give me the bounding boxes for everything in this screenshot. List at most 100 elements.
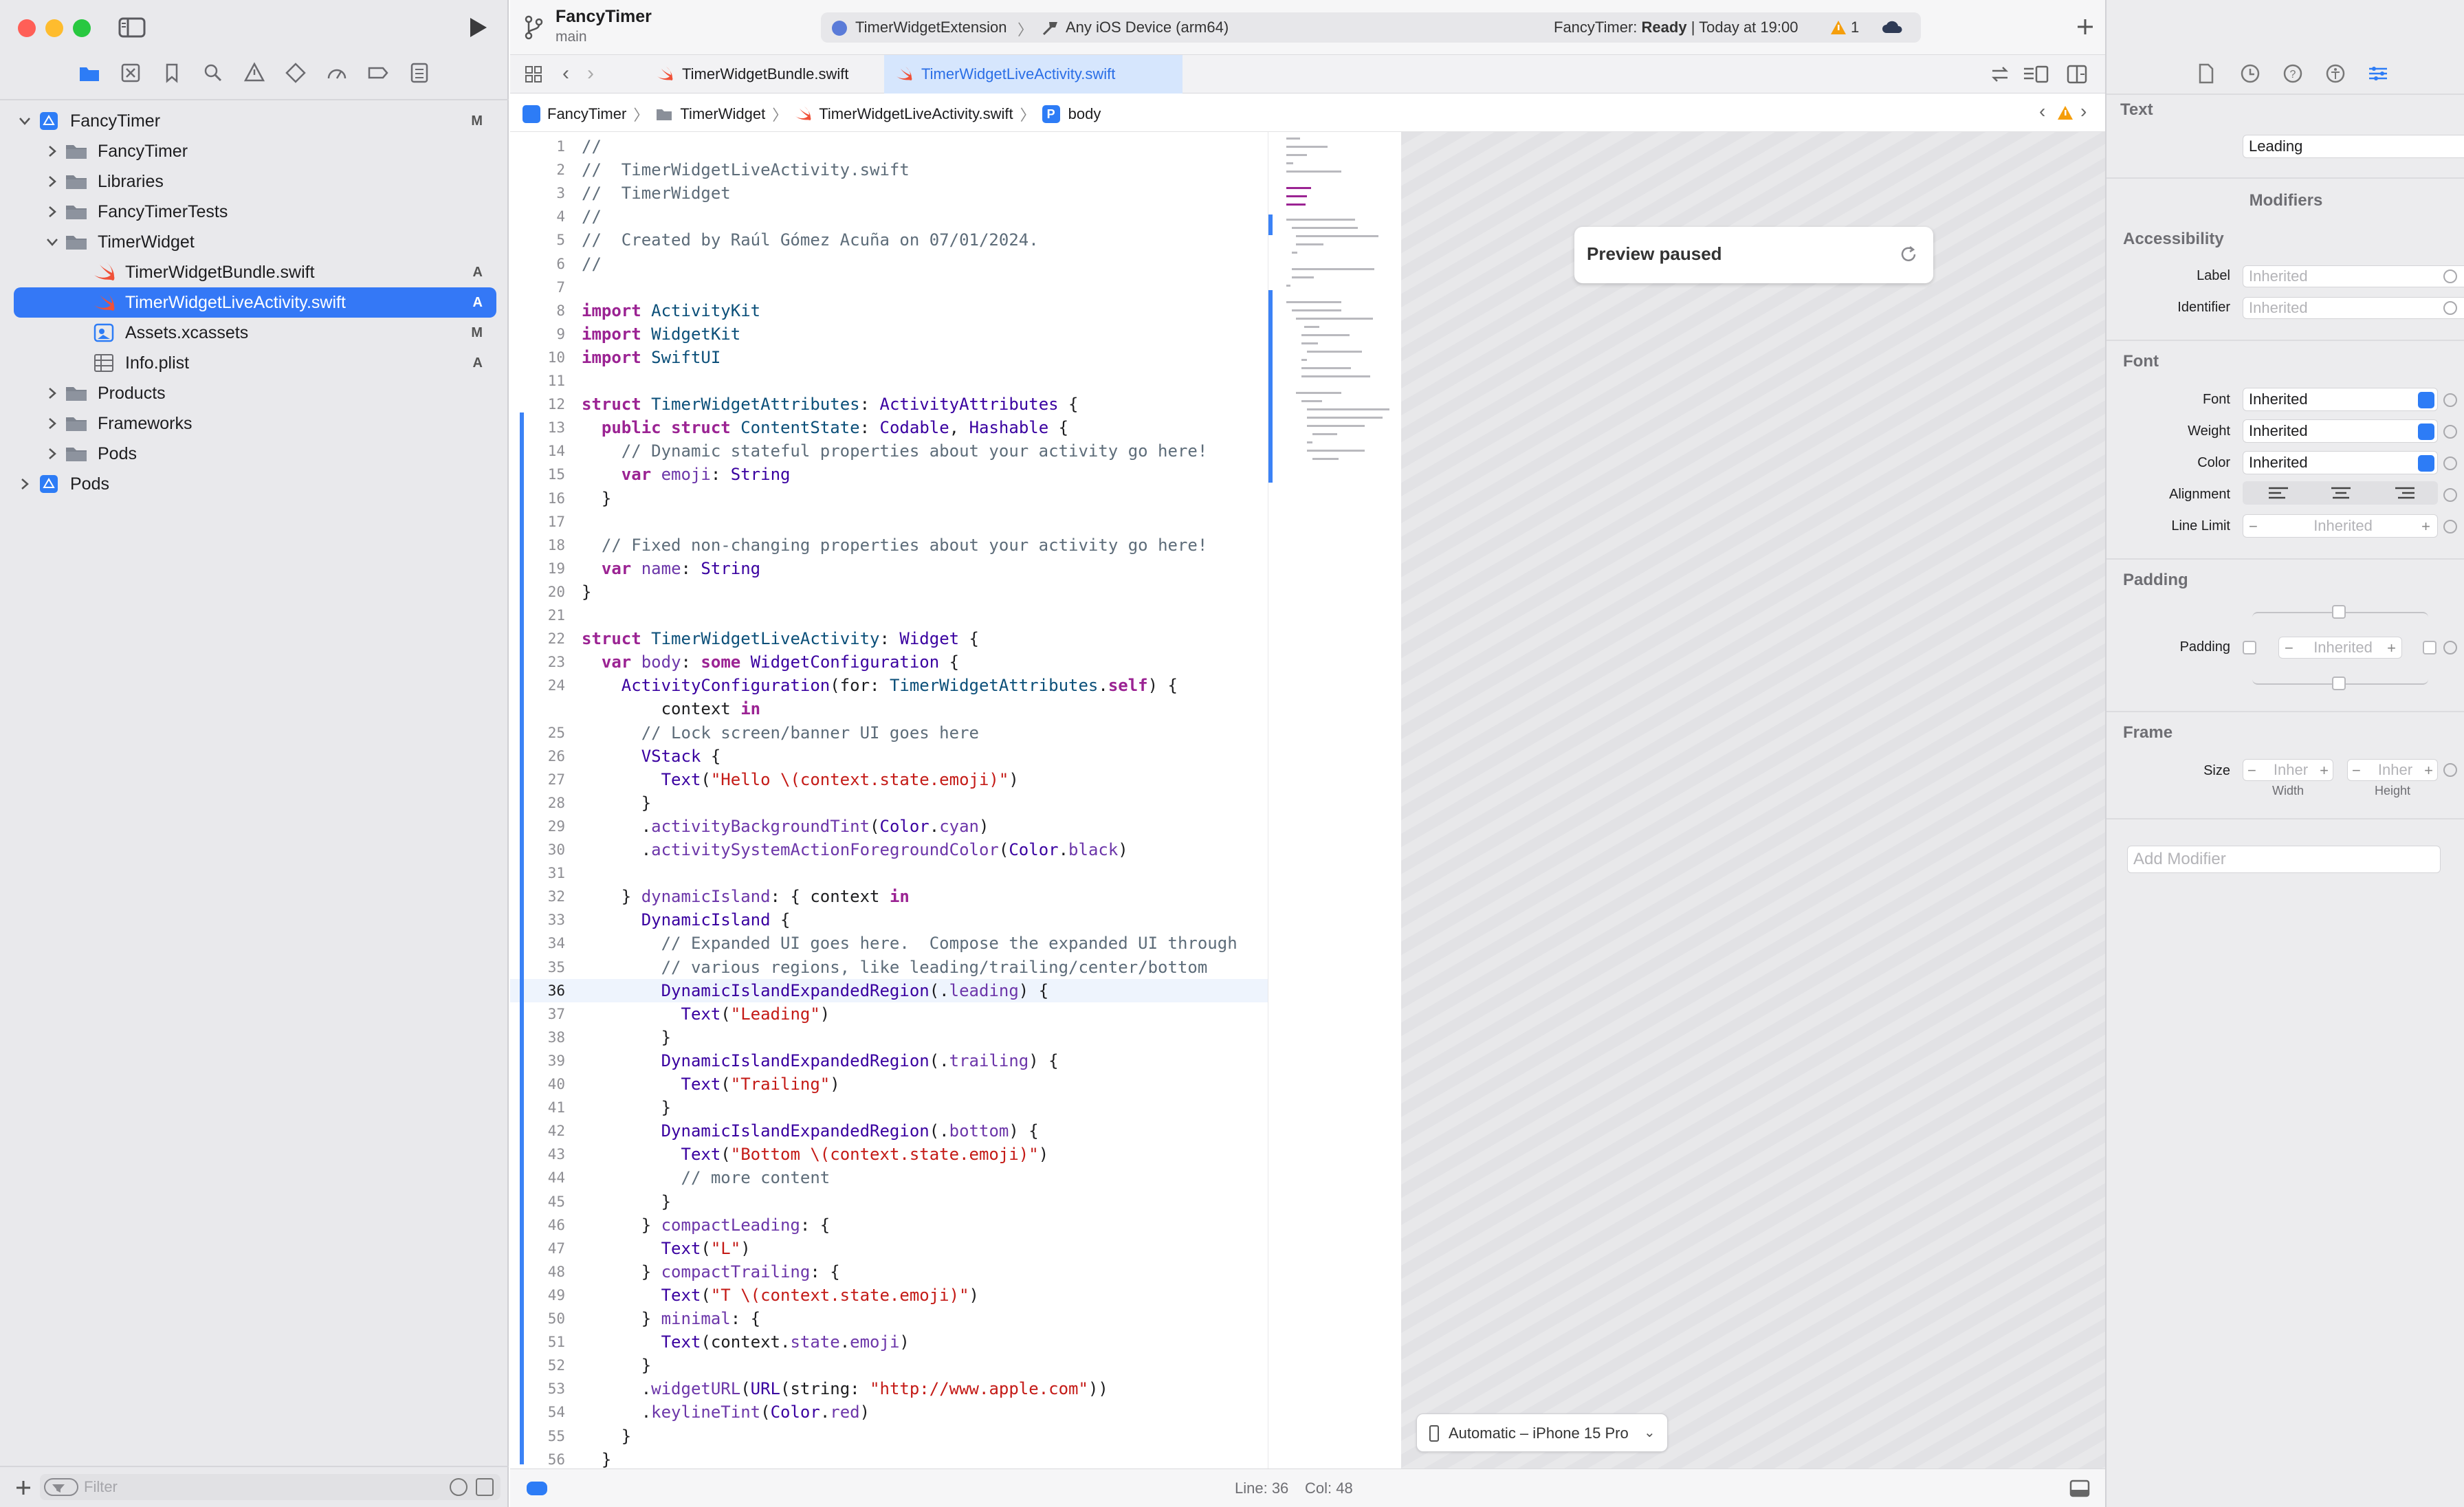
line-limit-stepper[interactable]: − Inherited + (2243, 514, 2438, 538)
tree-row-item[interactable]: Info.plist A (0, 348, 509, 378)
breadcrumb-symbol[interactable]: body (1068, 105, 1101, 123)
breadcrumb-project[interactable]: FancyTimer (547, 105, 626, 123)
code-line[interactable]: 52 } (510, 1354, 1268, 1377)
code-line[interactable]: 32 } dynamicIsland: { context in (510, 885, 1268, 908)
line-number[interactable]: 11 (510, 369, 565, 393)
code-line[interactable]: 16 } (510, 487, 1268, 510)
code-line[interactable]: 11 (510, 369, 1268, 393)
line-number[interactable]: 53 (510, 1377, 565, 1400)
code-line[interactable]: 13 public struct ContentState: Codable, … (510, 416, 1268, 439)
line-number[interactable]: 50 (510, 1307, 565, 1330)
line-number[interactable]: 47 (510, 1237, 565, 1260)
padding-trailing-checkbox[interactable] (2423, 641, 2436, 654)
increment-icon[interactable]: + (2421, 518, 2430, 536)
forward-arrow-icon[interactable]: › (587, 62, 594, 85)
device-selector[interactable]: Automatic – iPhone 15 Pro ⌄ (1416, 1414, 1668, 1452)
line-number[interactable]: 5 (510, 228, 565, 252)
line-number[interactable]: 9 (510, 322, 565, 346)
decrement-icon[interactable]: − (2352, 762, 2361, 780)
recent-files-icon[interactable] (450, 1478, 468, 1496)
add-tab-icon[interactable] (2075, 16, 2096, 37)
current-code-line[interactable]: 36 DynamicIslandExpandedRegion(.leading)… (510, 979, 1268, 1002)
padding-reset-radio[interactable] (2443, 641, 2457, 654)
code-line[interactable]: 12 struct TimerWidgetAttributes: Activity… (510, 393, 1268, 416)
code-line[interactable]: 27 Text("Hello \(context.state.emoji)") (510, 768, 1268, 791)
line-number[interactable]: 31 (510, 861, 565, 885)
alignment-segmented-control[interactable] (2243, 481, 2438, 505)
tab-timerwidgetliveactivity[interactable]: TimerWidgetLiveActivity.swift (884, 55, 1182, 94)
swap-icon[interactable] (1990, 65, 2010, 84)
line-number[interactable]: 32 (510, 885, 565, 908)
code-line[interactable]: 53 .widgetURL(URL(string: "http://www.ap… (510, 1377, 1268, 1400)
alignment-reset-radio[interactable] (2443, 488, 2457, 502)
label-reset-radio[interactable] (2443, 270, 2457, 283)
issue-warning-icon[interactable] (2057, 104, 2074, 121)
code-line[interactable]: 51 Text(context.state.emoji) (510, 1330, 1268, 1354)
project-navigator-folder-icon[interactable] (77, 60, 102, 85)
code-line[interactable]: 48 } compactTrailing: { (510, 1260, 1268, 1284)
disclosure-right-icon[interactable] (44, 385, 60, 402)
code-line[interactable]: 55 } (510, 1424, 1268, 1448)
accessibility-inspector-icon[interactable] (2324, 62, 2347, 85)
code-line[interactable]: 5 // Created by Raúl Gómez Acuña on 07/01… (510, 228, 1268, 252)
line-number[interactable]: 18 (510, 534, 565, 557)
code-line[interactable]: 25 // Lock screen/banner UI goes here (510, 721, 1268, 745)
align-trailing-icon[interactable] (2394, 487, 2414, 500)
code-line[interactable]: 15 var emoji: String (510, 463, 1268, 486)
back-arrow-icon[interactable]: ‹ (562, 62, 569, 85)
line-number[interactable]: 54 (510, 1400, 565, 1424)
code-line[interactable]: context in (510, 697, 1268, 720)
tree-row-item[interactable]: Pods (0, 439, 509, 469)
add-modifier-field[interactable]: Add Modifier (2127, 846, 2441, 873)
line-number[interactable]: 20 (510, 580, 565, 604)
line-number[interactable]: 40 (510, 1072, 565, 1096)
line-number[interactable]: 27 (510, 768, 565, 791)
line-number[interactable]: 29 (510, 815, 565, 838)
line-number[interactable]: 14 (510, 439, 565, 463)
code-line[interactable]: 4 // (510, 205, 1268, 228)
color-popup[interactable]: Inherited (2243, 451, 2438, 474)
code-line[interactable]: 31 (510, 861, 1268, 885)
code-line[interactable]: 7 (510, 276, 1268, 299)
tree-row-item[interactable]: Products (0, 378, 509, 408)
code-line[interactable]: 50 } minimal: { (510, 1307, 1268, 1330)
line-number[interactable]: 24 (510, 674, 565, 697)
tree-row-item[interactable]: FancyTimer (0, 136, 509, 166)
code-line[interactable]: 43 Text("Bottom \(context.state.emoji)") (510, 1143, 1268, 1166)
warning-icon[interactable] (1830, 19, 1847, 36)
accessibility-identifier-field[interactable]: Inherited (2243, 297, 2464, 319)
code-line[interactable]: 42 DynamicIslandExpandedRegion(.bottom) … (510, 1119, 1268, 1143)
line-number[interactable]: 10 (510, 346, 565, 369)
line-number[interactable]: 44 (510, 1166, 565, 1189)
line-number[interactable]: 26 (510, 745, 565, 768)
disclosure-right-icon[interactable] (44, 204, 60, 220)
code-line[interactable]: 38 } (510, 1026, 1268, 1049)
code-line[interactable]: 24 ActivityConfiguration(for: TimerWidge… (510, 674, 1268, 697)
line-number[interactable]: 41 (510, 1096, 565, 1119)
code-line[interactable]: 56 } (510, 1448, 1268, 1468)
grid-icon[interactable] (524, 65, 543, 84)
frame-height-stepper[interactable]: − Inher + (2347, 759, 2438, 781)
weight-popup[interactable]: Inherited (2243, 419, 2438, 443)
padding-bottom-checkbox[interactable] (2332, 676, 2346, 690)
line-number[interactable]: 52 (510, 1354, 565, 1377)
bookmark-icon[interactable] (160, 60, 184, 85)
color-reset-radio[interactable] (2443, 456, 2457, 470)
decrement-icon[interactable]: − (2285, 639, 2294, 657)
line-number[interactable]: 21 (510, 604, 565, 627)
previous-issue-icon[interactable]: ‹ (2039, 100, 2045, 122)
tab-timerwidgetbundle[interactable]: TimerWidgetBundle.swift (645, 55, 879, 94)
code-line[interactable]: 23 var body: some WidgetConfiguration { (510, 650, 1268, 674)
line-number[interactable]: 34 (510, 932, 565, 955)
code-line[interactable]: 3 // TimerWidget (510, 182, 1268, 205)
run-button[interactable] (463, 14, 491, 41)
source-editor[interactable]: 1 // 2 // TimerWidgetLiveActivity.swift 3 // … (510, 132, 1268, 1468)
tree-row-item[interactable]: Libraries (0, 166, 509, 197)
disclosure-down-icon[interactable] (16, 113, 33, 129)
preview-paused-banner[interactable]: Preview paused (1574, 227, 1933, 283)
line-number[interactable]: 1 (510, 135, 565, 158)
issue-warning-icon[interactable] (242, 60, 267, 85)
padding-stepper[interactable]: − Inherited + (2278, 637, 2402, 659)
breakpoint-icon[interactable] (366, 60, 390, 85)
code-line[interactable]: 22 struct TimerWidgetLiveActivity: Widget… (510, 627, 1268, 650)
